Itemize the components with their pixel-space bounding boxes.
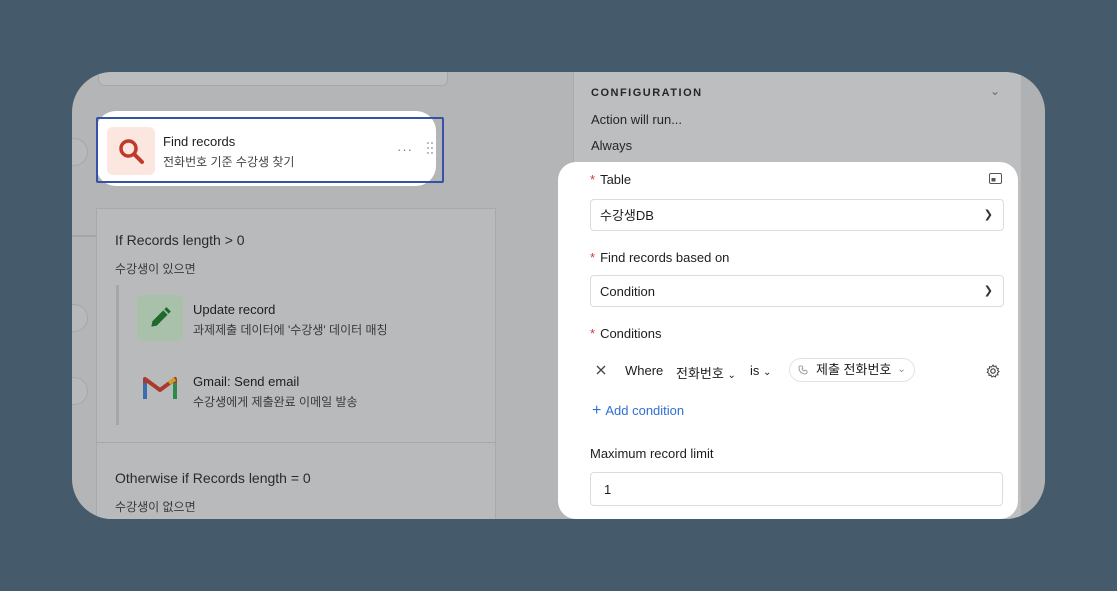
gear-icon[interactable] <box>986 364 1000 378</box>
step-subtitle: 수강생에게 제출완료 이메일 발송 <box>193 395 358 409</box>
conditions-label: * Conditions <box>590 326 662 341</box>
update-record-step-icon[interactable] <box>137 295 183 341</box>
configuration-form-spotlight: * Table 수강생DB ❯ * Find records based on Co… <box>558 162 1018 519</box>
expand-panel-icon[interactable] <box>989 173 1002 184</box>
chevron-down-icon: ⌄ <box>763 367 772 378</box>
action-run-value[interactable]: Always <box>591 138 632 153</box>
condition-row: Where 전화번호 ⌄ is ⌄ 제출 전화번호 ⌄ <box>590 358 1004 386</box>
gmail-step-icon[interactable] <box>137 365 183 411</box>
branch-guide-line <box>116 285 119 425</box>
chevron-down-icon: ❯ <box>983 209 993 221</box>
branch-subtitle: 수강생이 있으면 <box>115 262 196 276</box>
chevron-down-icon[interactable]: ⌄ <box>990 84 1000 98</box>
find-records-title[interactable]: Find records <box>163 134 235 149</box>
record-limit-input[interactable]: 1 <box>590 472 1003 506</box>
add-step-circle[interactable] <box>72 377 88 405</box>
branch-subtitle: 수강생이 없으면 <box>115 500 196 514</box>
phone-icon <box>798 365 808 375</box>
pencil-icon <box>151 307 171 327</box>
add-step-circle[interactable] <box>72 304 88 332</box>
condition-branch-panel: If Records length > 0 수강생이 있으면 Update re… <box>96 208 496 519</box>
branch-divider <box>97 442 495 443</box>
branch-title[interactable]: Otherwise if Records length = 0 <box>115 470 311 486</box>
gmail-icon <box>143 377 177 399</box>
step-title[interactable]: Gmail: Send email <box>193 374 299 389</box>
branch-title[interactable]: If Records length > 0 <box>115 232 245 248</box>
table-select-value: 수강생DB <box>600 208 654 223</box>
value-field-pill[interactable]: 제출 전화번호 ⌄ <box>789 358 915 382</box>
configuration-heading: CONFIGURATION <box>591 87 703 99</box>
add-step-circle[interactable] <box>72 138 88 166</box>
find-records-subtitle: 전화번호 기준 수강생 찾기 <box>163 155 295 169</box>
add-condition-button[interactable]: + Add condition <box>592 402 684 420</box>
value-field-label: 제출 전화번호 <box>816 362 892 377</box>
limit-label: Maximum record limit <box>590 446 714 461</box>
find-based-value: Condition <box>600 284 655 299</box>
drag-handle-icon[interactable] <box>427 142 435 156</box>
chevron-down-icon: ⌄ <box>727 370 736 381</box>
find-based-label: * Find records based on <box>590 250 730 265</box>
where-label: Where <box>625 363 664 378</box>
step-title[interactable]: Update record <box>193 302 275 317</box>
branch-connector <box>72 235 96 237</box>
find-based-select[interactable]: Condition ❯ <box>590 275 1004 307</box>
table-label: * Table <box>590 172 632 187</box>
action-run-label: Action will run... <box>591 112 683 127</box>
previous-step-card[interactable] <box>98 72 448 86</box>
plus-icon: + <box>592 402 602 419</box>
search-icon <box>119 139 144 164</box>
panel-edge <box>1021 72 1045 519</box>
operator-select[interactable]: is ⌄ <box>750 363 771 378</box>
find-records-icon-tile <box>107 127 155 175</box>
table-select[interactable]: 수강생DB ❯ <box>590 199 1004 231</box>
field-select[interactable]: 전화번호 ⌄ <box>676 363 736 382</box>
more-options-icon[interactable]: ··· <box>397 142 413 157</box>
step-subtitle: 과제제출 데이터에 '수강생' 데이터 매칭 <box>193 323 388 337</box>
close-icon[interactable] <box>596 365 606 375</box>
chevron-down-icon: ❯ <box>983 285 993 297</box>
chevron-down-icon: ⌄ <box>897 364 906 375</box>
